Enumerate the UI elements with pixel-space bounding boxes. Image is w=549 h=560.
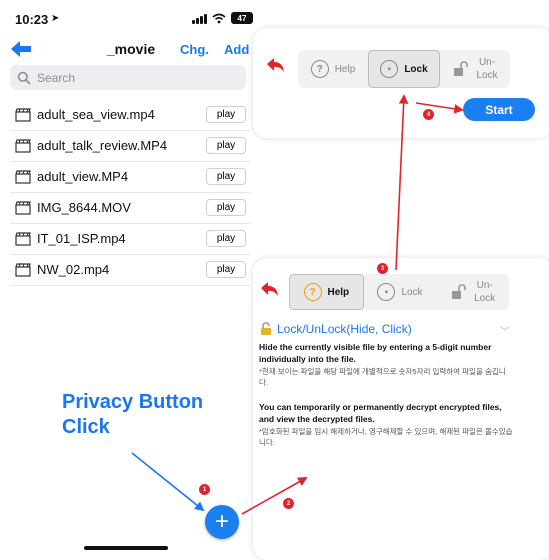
add-button[interactable]: Add — [224, 42, 249, 57]
battery-icon: 47 — [231, 12, 253, 24]
play-button[interactable]: play — [206, 199, 246, 216]
search-input[interactable]: Search — [37, 71, 75, 85]
lock-tab[interactable]: ▪ Lock — [364, 274, 437, 310]
unlock-icon — [454, 61, 469, 76]
video-file-icon — [15, 201, 31, 215]
help-info-section: Lock/UnLock(Hide, Click) ﹀ Hide the curr… — [259, 322, 514, 448]
page-title: _movie — [106, 41, 156, 57]
file-name: IMG_8644.MOV — [37, 200, 131, 215]
home-indicator — [84, 546, 168, 550]
file-name: IT_01_ISP.mp4 — [37, 231, 126, 246]
play-button[interactable]: play — [206, 168, 246, 185]
list-item[interactable]: IMG_8644.MOV play — [10, 193, 250, 224]
file-name: adult_view.MP4 — [37, 169, 129, 184]
step-badge: 4 — [423, 109, 434, 120]
annotation-caption: Privacy Button Click — [62, 390, 203, 440]
privacy-fab-button[interactable]: + — [205, 505, 239, 539]
back-curved-arrow-icon[interactable] — [264, 56, 286, 76]
help-icon: ? — [310, 60, 329, 78]
file-name: NW_02.mp4 — [37, 262, 110, 277]
info-paragraph-2: You can temporarily or permanently decry… — [259, 402, 502, 424]
mode-segmented-control-bottom: ? Help ▪ Lock Un- Lock — [289, 274, 509, 310]
unlock-tab[interactable]: Un- Lock — [440, 50, 510, 88]
list-item[interactable]: adult_talk_review.MP4 play — [10, 131, 250, 162]
chevron-down-icon[interactable]: ﹀ — [500, 323, 510, 338]
blue-arrow — [131, 452, 205, 512]
list-item[interactable]: NW_02.mp4 play — [10, 255, 250, 286]
wifi-icon — [212, 13, 226, 23]
step-badge: 1 — [199, 484, 210, 495]
list-item[interactable]: adult_sea_view.mp4 play — [10, 100, 250, 131]
info-paragraph-1: Hide the currently visible file by enter… — [259, 342, 492, 364]
file-name: adult_talk_review.MP4 — [37, 138, 168, 153]
unlock-tab[interactable]: Un- Lock — [436, 274, 509, 310]
file-name: adult_sea_view.mp4 — [37, 107, 155, 122]
list-item[interactable]: IT_01_ISP.mp4 play — [10, 224, 250, 255]
annotation-line-1: Privacy Button — [62, 391, 204, 413]
annotation-line-2: Click — [62, 416, 110, 438]
help-tab[interactable]: ? Help — [289, 274, 364, 310]
video-file-icon — [15, 263, 31, 277]
play-button[interactable]: play — [206, 106, 246, 123]
list-item[interactable]: adult_view.MP4 play — [10, 162, 250, 193]
video-file-icon — [15, 108, 31, 122]
video-file-icon — [15, 139, 31, 153]
play-button[interactable]: play — [206, 261, 246, 278]
info-title[interactable]: Lock/UnLock(Hide, Click) — [259, 322, 514, 336]
location-arrow-icon: ➤ — [51, 13, 60, 24]
lock-emoji-icon — [261, 322, 271, 335]
play-button[interactable]: play — [206, 137, 246, 154]
search-bar[interactable]: Search — [10, 65, 246, 90]
lock-icon: ▪ — [377, 283, 396, 301]
file-list: adult_sea_view.mp4 play adult_talk_revie… — [10, 100, 250, 286]
unlock-icon — [452, 284, 466, 299]
info-paragraph-2-korean: *암호화된 파일을 임시 해제하거나, 영구해제할 수 있으며, 해제된 파일은… — [259, 427, 513, 447]
help-tab[interactable]: ? Help — [298, 50, 368, 88]
help-icon: ? — [303, 283, 322, 301]
play-button[interactable]: play — [206, 230, 246, 247]
status-icons: 47 — [192, 12, 253, 24]
lock-tab[interactable]: ▪ Lock — [368, 50, 440, 88]
cellular-signal-icon — [192, 13, 207, 24]
back-arrow-icon[interactable] — [10, 39, 32, 59]
info-paragraph-1-korean: *현재 보이는 파일을 해당 파일에 개별적으로 숫자5자리 입력하여 파일을 … — [259, 367, 506, 387]
step-badge: 3 — [377, 263, 388, 274]
start-button[interactable]: Start — [463, 98, 535, 121]
step-badge: 2 — [283, 498, 294, 509]
search-icon — [17, 71, 31, 85]
change-button[interactable]: Chg. — [180, 42, 209, 57]
mode-segmented-control-top: ? Help ▪ Lock Un- Lock — [298, 50, 510, 88]
video-file-icon — [15, 232, 31, 246]
back-curved-arrow-icon[interactable] — [258, 280, 280, 300]
lock-icon: ▪ — [380, 60, 399, 78]
video-file-icon — [15, 170, 31, 184]
status-time: 10:23 — [15, 12, 49, 27]
